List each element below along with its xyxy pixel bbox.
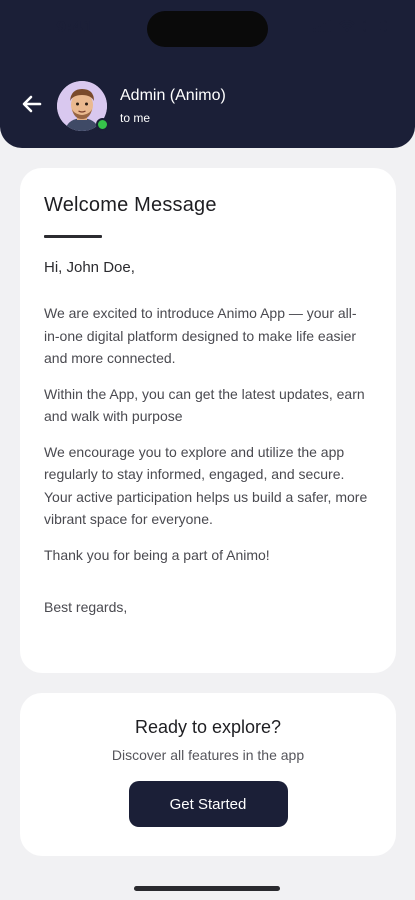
back-button[interactable] (20, 92, 44, 116)
explore-card: Ready to explore? Discover all features … (20, 693, 396, 856)
recipient-label: to me (120, 111, 151, 125)
arrow-left-icon (22, 95, 42, 113)
explore-subtitle: Discover all features in the app (111, 747, 305, 763)
message-signoff: Best regards, (44, 599, 128, 615)
status-time: 9:41 (56, 18, 94, 36)
avatar[interactable] (57, 81, 109, 131)
message-greeting: Hi, John Doe, (44, 259, 135, 276)
message-paragraph: We encourage you to explore and utilize … (44, 443, 368, 528)
message-paragraph: Within the App, you can get the latest u… (44, 385, 365, 425)
battery-icon (363, 20, 387, 32)
status-icons (313, 20, 387, 32)
signal-icon (313, 20, 331, 32)
explore-title: Ready to explore? (134, 717, 282, 737)
message-header: 9:41 Admin (Animo) to me (0, 0, 415, 148)
get-started-button[interactable]: Get Started (128, 781, 288, 827)
message-card: Welcome Message Hi, John Doe, We are exc… (20, 168, 396, 673)
status-bar: 9:41 (0, 0, 415, 56)
dynamic-island (147, 11, 268, 47)
message-paragraph: Thank you for being a part of Animo! (44, 546, 270, 563)
title-divider (44, 235, 102, 238)
message-title: Welcome Message (44, 194, 217, 216)
online-status-dot (96, 118, 109, 131)
home-indicator (134, 886, 280, 891)
message-paragraph: We are excited to introduce Animo App — … (44, 305, 357, 366)
sender-name: Admin (Animo) (120, 87, 226, 104)
wifi-icon (339, 20, 355, 32)
